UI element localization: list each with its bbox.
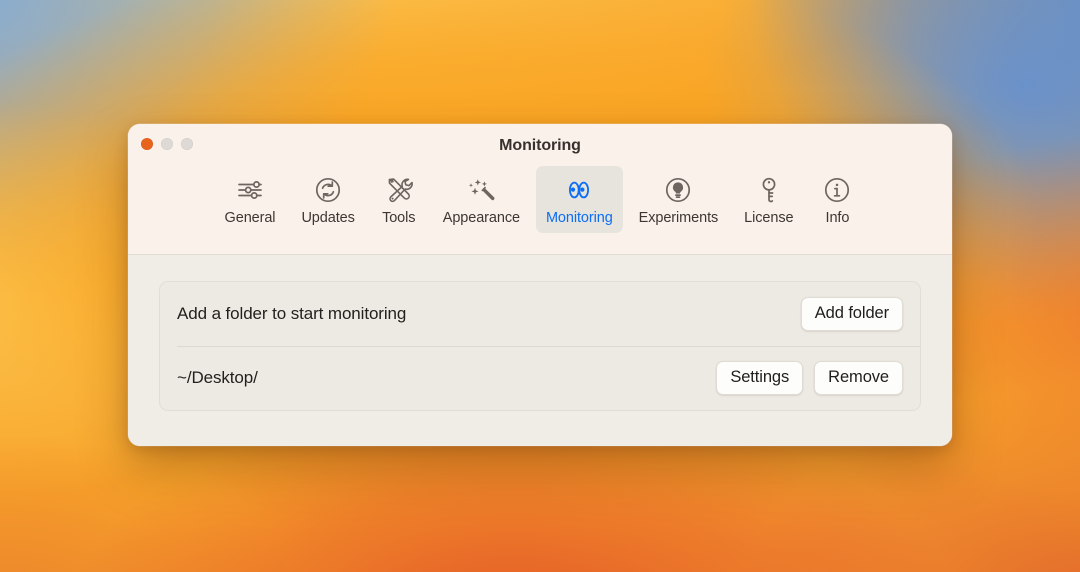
desktop-wallpaper: Monitoring General Updates Tools Appeara… [0,0,1080,572]
add-folder-row: Add a folder to start monitoring Add fol… [160,282,920,346]
tab-label-experiments: Experiments [638,210,719,226]
tab-label-info: Info [825,210,850,226]
tab-info[interactable]: Info [809,166,865,233]
tools-icon [384,175,414,205]
tab-label-appearance: Appearance [442,210,520,226]
window-content: Add a folder to start monitoring Add fol… [128,255,952,446]
settings-button[interactable]: Settings [716,361,804,395]
refresh-icon [313,175,343,205]
tab-label-general: General [224,210,276,226]
tab-label-license: License [744,210,794,226]
add-folder-button[interactable]: Add folder [800,297,903,331]
tab-experiments[interactable]: Experiments [629,166,729,233]
tab-tools[interactable]: Tools [371,166,427,233]
tab-monitoring[interactable]: Monitoring [535,166,623,233]
lightbulb-icon [663,175,693,205]
toolbar-tabs: General Updates Tools Appearance Monitor… [128,166,952,233]
window-title: Monitoring [499,137,581,154]
tab-label-tools: Tools [382,210,416,226]
tab-general[interactable]: General [215,166,286,233]
monitored-folders-panel: Add a folder to start monitoring Add fol… [159,281,921,411]
sliders-icon [235,175,265,205]
eyes-icon [564,175,594,205]
add-folder-actions: Add folder [800,297,903,331]
table-row: ~/Desktop/ Settings Remove [160,346,920,410]
add-folder-label: Add a folder to start monitoring [177,304,407,323]
key-icon [754,175,784,205]
remove-button[interactable]: Remove [814,361,903,395]
folder-path-label: ~/Desktop/ [177,368,258,387]
info-icon [822,175,852,205]
preferences-window: Monitoring General Updates Tools Appeara… [128,124,952,446]
tab-appearance[interactable]: Appearance [433,166,530,233]
tab-license[interactable]: License [734,166,803,233]
tab-label-updates: Updates [301,210,355,226]
window-titlebar: Monitoring General Updates Tools Appeara… [128,124,952,255]
tab-label-monitoring: Monitoring [545,210,613,226]
tab-updates[interactable]: Updates [291,166,364,233]
magic-wand-icon [466,175,496,205]
folder-row-actions: Settings Remove [716,361,903,395]
